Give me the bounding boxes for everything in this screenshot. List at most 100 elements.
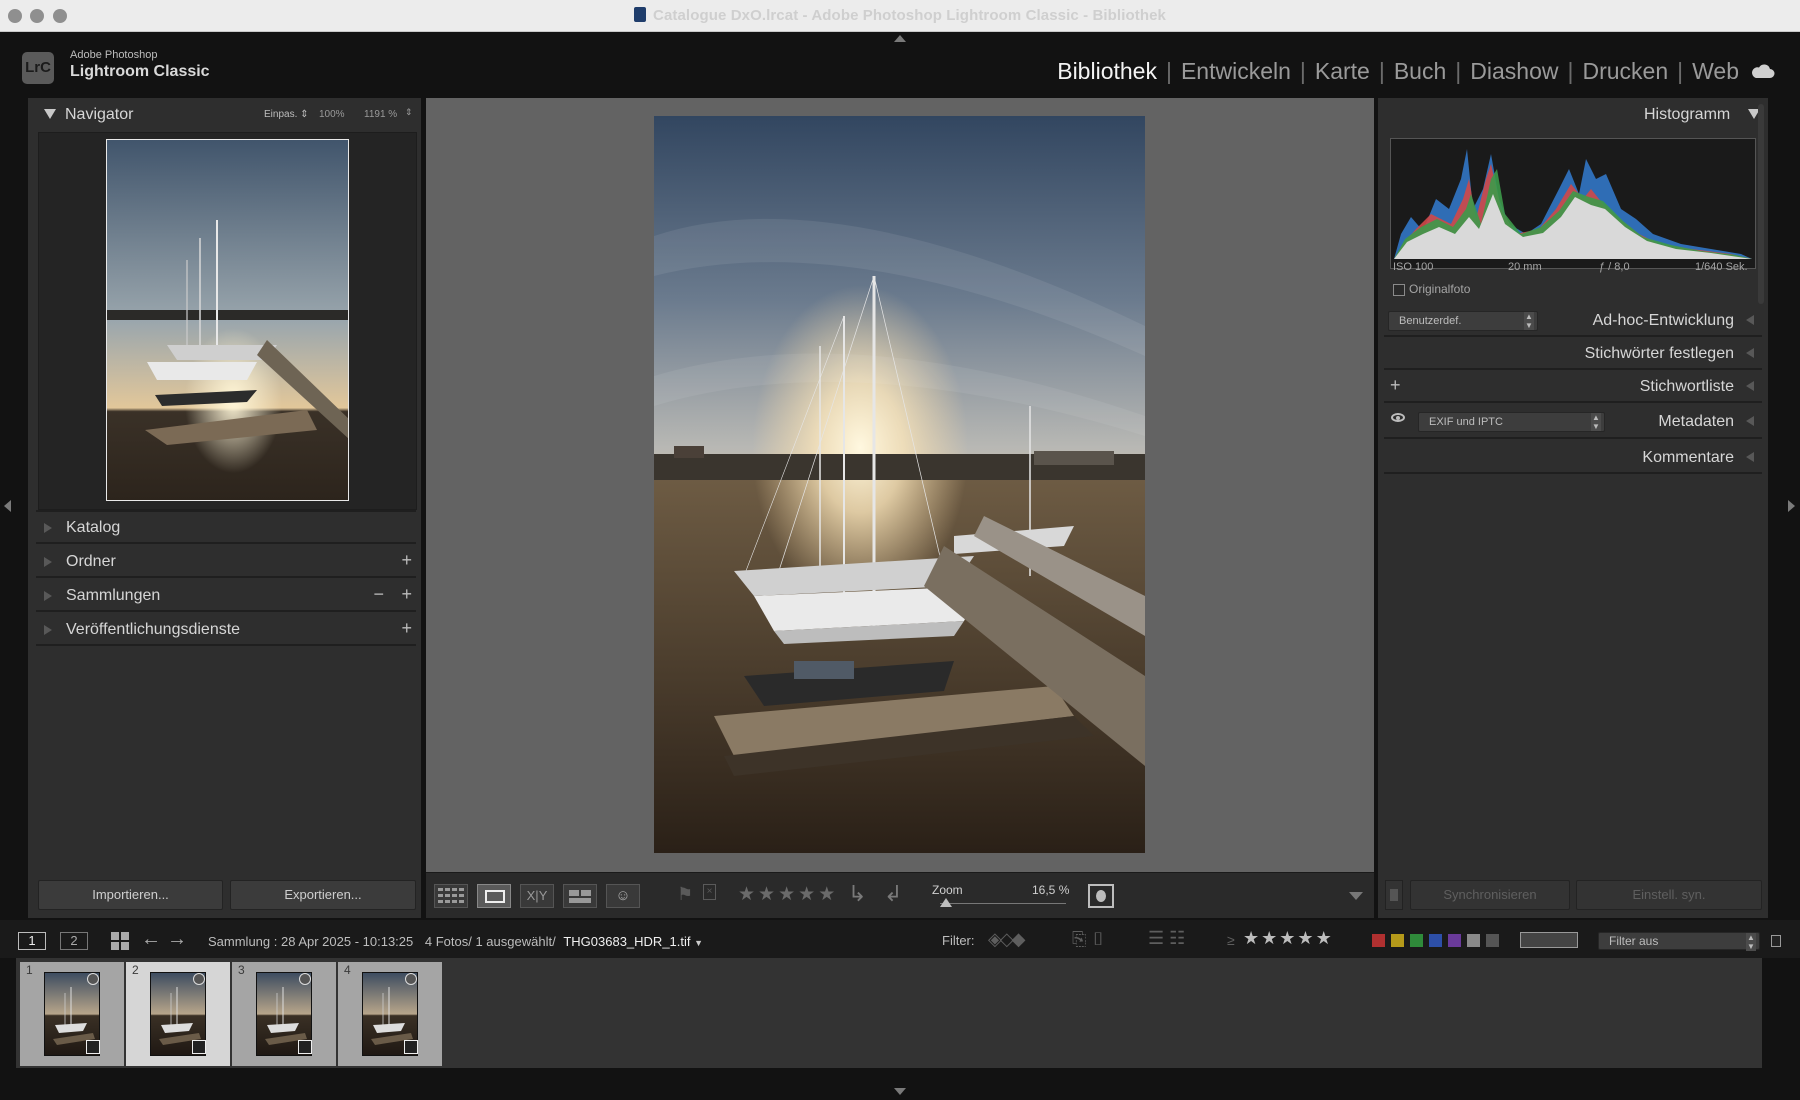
filter-star-5[interactable]: ★	[1316, 928, 1334, 948]
nav-zoom-custom[interactable]: 1191 %	[364, 109, 397, 120]
toolbar-menu-icon[interactable]	[1349, 892, 1363, 900]
module-1[interactable]: Bibliothek	[1048, 58, 1166, 84]
right-panel-toggle-icon[interactable]	[1788, 500, 1795, 512]
star-1[interactable]: ★	[738, 884, 758, 905]
keywording-section[interactable]: Stichwörter festlegen	[1384, 337, 1762, 370]
section-expand-icon[interactable]	[44, 625, 52, 635]
primary-display-button[interactable]: 1	[18, 932, 46, 950]
virtual-copy-filter-icons[interactable]: ☰ ☷	[1148, 928, 1185, 949]
add-button[interactable]: +	[401, 618, 412, 639]
star-5[interactable]: ★	[818, 884, 838, 905]
people-view-icon[interactable]: ☺	[606, 884, 640, 908]
filmstrip-thumbnail[interactable]: 2	[126, 962, 230, 1066]
color-filter-6[interactable]	[1467, 934, 1480, 947]
source-info[interactable]: Sammlung : 28 Apr 2025 - 10:13:25 4 Foto…	[208, 934, 703, 949]
navigator-thumbnail[interactable]	[106, 139, 349, 501]
histogram-chart[interactable]	[1390, 138, 1756, 269]
right-panel-scrollbar[interactable]	[1758, 104, 1764, 304]
quick-develop-preset-dropdown[interactable]: Benutzerdef. ▲ ▼	[1388, 311, 1538, 331]
filter-star-2[interactable]: ★	[1261, 928, 1279, 948]
star-rating[interactable]: ★★★★★	[738, 883, 838, 906]
filmstrip-thumbnail[interactable]: 4	[338, 962, 442, 1066]
quick-develop-section[interactable]: Benutzerdef. ▲ ▼ Ad-hoc-Entwicklung	[1384, 304, 1762, 337]
left-section-3[interactable]: Sammlungen − +	[36, 580, 416, 612]
sync-button[interactable]: Synchronisieren	[1410, 880, 1570, 910]
remove-button[interactable]: −	[373, 584, 384, 605]
left-panel-toggle-icon[interactable]	[4, 500, 11, 512]
loupe-view-icon[interactable]	[477, 884, 511, 908]
grid-shortcut-icon[interactable]	[111, 932, 129, 950]
nav-zoom-stepper-icon[interactable]: ⇕	[405, 107, 413, 118]
rotate-left-icon[interactable]: ↳	[848, 881, 866, 907]
left-section-2[interactable]: Ordner +	[36, 546, 416, 578]
flag-reject-icon[interactable]: ×	[703, 884, 716, 900]
filmstrip-thumbnail[interactable]: 1	[20, 962, 124, 1066]
filter-lock-icons[interactable]	[1520, 932, 1578, 948]
metadata-section[interactable]: EXIF und IPTC ▲ ▼ Metadaten	[1384, 403, 1762, 439]
module-2[interactable]: Entwickeln	[1172, 58, 1300, 84]
sync-toggle-switch[interactable]	[1385, 880, 1403, 910]
filter-toggle-icon[interactable]	[1771, 935, 1781, 947]
flag-pick-icon[interactable]: ⚑	[677, 884, 693, 905]
selection-badge-icon[interactable]	[193, 973, 205, 985]
color-filter-1[interactable]	[1372, 934, 1385, 947]
next-photo-icon[interactable]: →	[167, 928, 187, 951]
compare-view-icon[interactable]: X|Y	[520, 884, 554, 908]
keywording-expand-icon[interactable]	[1746, 348, 1754, 358]
previous-photo-icon[interactable]: ←	[141, 928, 161, 951]
star-4[interactable]: ★	[798, 884, 818, 905]
filmstrip-toggle-icon[interactable]	[894, 1088, 906, 1095]
module-6[interactable]: Drucken	[1573, 58, 1677, 84]
filter-preset-dropdown[interactable]: Filter aus ▲ ▼	[1598, 932, 1760, 951]
module-7[interactable]: Web	[1683, 58, 1748, 84]
module-3[interactable]: Karte	[1306, 58, 1379, 84]
grid-view-icon[interactable]	[434, 884, 468, 908]
keyword-list-expand-icon[interactable]	[1746, 381, 1754, 391]
rating-filter-stars[interactable]: ★★★★★	[1243, 928, 1334, 949]
keyword-add-button[interactable]: +	[1390, 375, 1401, 396]
selection-badge-icon[interactable]	[299, 973, 311, 985]
filter-star-1[interactable]: ★	[1243, 928, 1261, 948]
add-button[interactable]: +	[401, 584, 412, 605]
metadata-preset-dropdown[interactable]: EXIF und IPTC ▲ ▼	[1418, 412, 1605, 432]
top-panel-toggle-icon[interactable]	[894, 35, 906, 42]
import-button[interactable]: Importieren...	[38, 880, 223, 910]
module-5[interactable]: Diashow	[1461, 58, 1567, 84]
selection-badge-icon[interactable]	[87, 973, 99, 985]
star-2[interactable]: ★	[758, 884, 778, 905]
module-4[interactable]: Buch	[1385, 58, 1455, 84]
original-photo-checkbox[interactable]	[1393, 284, 1405, 296]
sync-settings-button[interactable]: Einstell. syn.	[1576, 880, 1762, 910]
edit-filter-icons[interactable]: ⎘ ▯	[1072, 929, 1105, 950]
main-photo[interactable]	[654, 116, 1145, 853]
comments-section[interactable]: Kommentare	[1384, 439, 1762, 474]
left-section-1[interactable]: Katalog	[36, 512, 416, 544]
navigator-collapse-icon[interactable]	[44, 109, 56, 119]
selection-badge-icon[interactable]	[405, 973, 417, 985]
section-expand-icon[interactable]	[44, 557, 52, 567]
section-expand-icon[interactable]	[44, 523, 52, 533]
filmstrip-thumbnail[interactable]: 3	[232, 962, 336, 1066]
export-button[interactable]: Exportieren...	[230, 880, 416, 910]
color-filter-5[interactable]	[1448, 934, 1461, 947]
nav-zoom-100[interactable]: 100%	[319, 109, 345, 120]
left-section-4[interactable]: Veröffentlichungsdienste +	[36, 614, 416, 646]
rating-comparator[interactable]: ≥	[1227, 932, 1235, 948]
keyword-list-section[interactable]: + Stichwortliste	[1384, 370, 1762, 403]
star-3[interactable]: ★	[778, 884, 798, 905]
nav-fit-option[interactable]: Einpas. ⇕	[264, 109, 309, 120]
color-label-filter[interactable]	[1372, 934, 1505, 950]
add-button[interactable]: +	[401, 550, 412, 571]
filename-dropdown-icon[interactable]: ▼	[694, 938, 703, 948]
filter-star-3[interactable]: ★	[1279, 928, 1297, 948]
color-filter-7[interactable]	[1486, 934, 1499, 947]
eye-icon[interactable]	[1391, 413, 1405, 422]
color-filter-2[interactable]	[1391, 934, 1404, 947]
color-filter-4[interactable]	[1429, 934, 1442, 947]
color-filter-3[interactable]	[1410, 934, 1423, 947]
flag-filter-icons[interactable]: ◈◇◆	[988, 929, 1026, 950]
survey-view-icon[interactable]	[563, 884, 597, 908]
zoom-slider-track[interactable]	[940, 903, 1066, 904]
quick-develop-expand-icon[interactable]	[1746, 315, 1754, 325]
section-expand-icon[interactable]	[44, 591, 52, 601]
